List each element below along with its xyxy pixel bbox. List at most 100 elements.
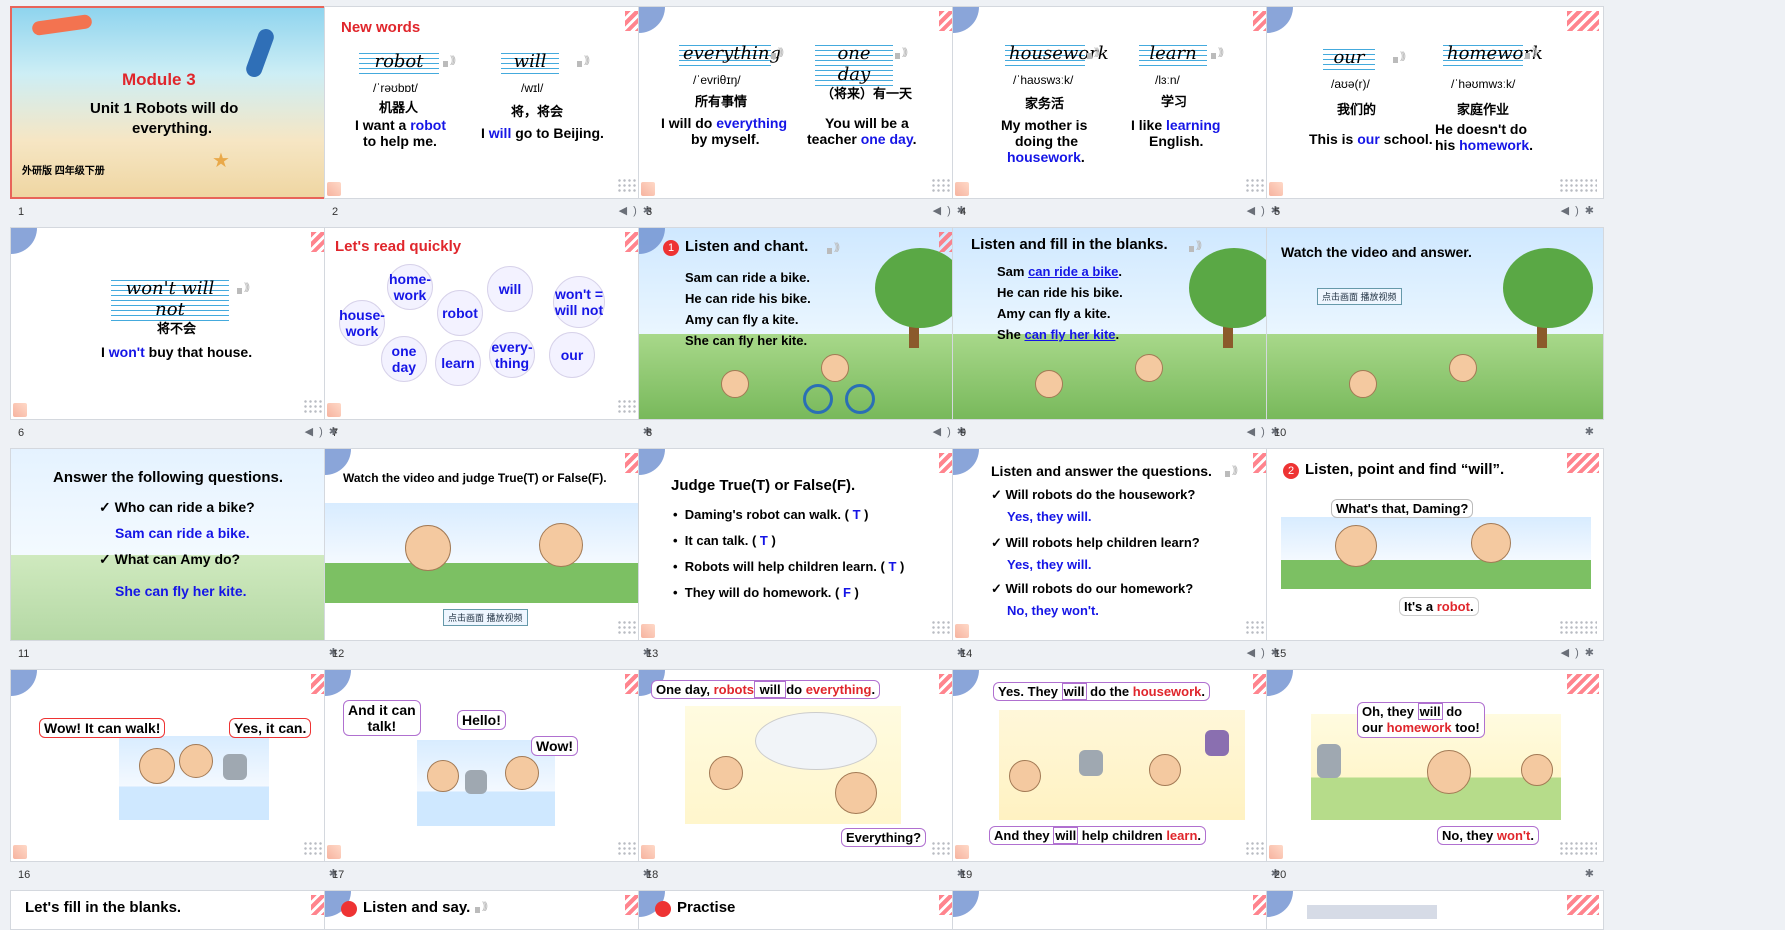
corner-decoration [955, 624, 969, 638]
word-bubble[interactable]: our [549, 332, 595, 378]
slide-thumbnail-7[interactable]: Let's read quickly home- work will won't… [324, 227, 662, 420]
speaker-icon[interactable] [771, 47, 787, 63]
slide-thumbnail-13[interactable]: Judge True(T) or False(F). • Daming's ro… [638, 448, 976, 641]
check-icon: ✓ [991, 487, 1006, 502]
slide-thumbnail-23[interactable]: Practise [638, 890, 976, 930]
kids-robot-illustration [119, 736, 269, 820]
check-icon: ✓ [991, 535, 1006, 550]
word-bubble[interactable]: learn [435, 340, 481, 386]
slide-cell-24 [942, 884, 1298, 930]
word-bubble[interactable]: house- work [339, 300, 385, 346]
slide-thumbnail-2[interactable]: New words robot /ˈrəʊbɒt/ 机器人 I want a r… [324, 6, 662, 199]
chinese-meaning: 将，将会 [511, 104, 564, 119]
speaker-icon[interactable] [577, 55, 593, 71]
check-icon: ✓ [991, 581, 1006, 596]
word-bubble[interactable]: will [487, 266, 533, 312]
speaker-icon[interactable] [1525, 47, 1541, 63]
slide-thumbnail-4[interactable]: housework /ˈhaʊswɜːk/ 家务活 My mother is d… [952, 6, 1290, 199]
fill-line: Amy can fly a kite. [997, 306, 1111, 321]
star-icon[interactable]: ✱ [1585, 868, 1600, 880]
boy-figure [1427, 750, 1471, 794]
play-video-button[interactable]: 点击画面 播放视频 [1317, 288, 1402, 305]
slide-thumbnail-21[interactable]: Let's fill in the blanks. [10, 890, 348, 930]
slide-thumbnail-16[interactable]: Wow! It can walk! Yes, it can. [10, 669, 348, 862]
example-sentence-2: doing the [1015, 133, 1078, 149]
slide-thumbnail-18[interactable]: One day, robots will do everything. Ever… [638, 669, 976, 862]
slide-thumbnail-10[interactable]: Watch the video and answer. 点击画面 播放视频 [1266, 227, 1604, 420]
star-icon[interactable]: ✱ [1585, 205, 1600, 217]
starfish-icon: ★ [212, 150, 230, 172]
number-badge [341, 901, 357, 917]
word-bubble[interactable]: one day [381, 336, 427, 382]
slide-thumbnail-22[interactable]: Listen and say. [324, 890, 662, 930]
speaker-icon[interactable]: ◀) [1561, 647, 1585, 659]
corner-decoration [953, 449, 979, 475]
corner-decoration [955, 845, 969, 859]
corner-decoration [1269, 182, 1283, 196]
question: ✓ Who can ride a bike? [99, 499, 255, 515]
example-sentence: I like learning [1131, 117, 1221, 133]
slide-thumbnail-17[interactable]: And it can talk! Hello! Wow! [324, 669, 662, 862]
speaker-icon[interactable] [1087, 47, 1103, 63]
slide-thumbnail-24[interactable] [952, 890, 1290, 930]
robot-figure [1079, 750, 1103, 776]
slide-cell-7: Let's read quickly home- work will won't… [314, 221, 670, 442]
speaker-icon[interactable] [443, 55, 459, 71]
slide-icons: ✱ [1585, 425, 1600, 438]
example-sentence-2: teacher one day. [807, 131, 917, 147]
speaker-icon[interactable] [1189, 240, 1205, 256]
slide-thumbnail-15[interactable]: 2 Listen, point and find “will”. What's … [1266, 448, 1604, 641]
star-icon[interactable]: ✱ [1585, 647, 1600, 659]
speaker-icon[interactable] [237, 282, 253, 298]
speaker-icon[interactable] [895, 47, 911, 63]
slide-thumbnail-14[interactable]: Listen and answer the questions. ✓ Will … [952, 448, 1290, 641]
boy-figure [1335, 525, 1377, 567]
girl-figure [709, 756, 743, 790]
slide-thumbnail-8[interactable]: 1 Listen and chant. Sam can ride a bike.… [638, 227, 976, 420]
corner-decoration [953, 891, 979, 917]
chant-line: She can fly her kite. [685, 333, 808, 348]
slide-thumbnail-20[interactable]: Oh, they will do our homework too! No, th… [1266, 669, 1604, 862]
slide-number: 12 [332, 648, 345, 660]
boy-on-bike [821, 354, 849, 382]
corner-decoration [639, 7, 665, 33]
answer: No, they won't. [1007, 603, 1099, 618]
answer: Yes, they will. [1007, 509, 1092, 524]
speech-bubble: Wow! [531, 736, 579, 756]
slide-thumbnail-1[interactable]: Module 3 Unit 1 Robots will do everythin… [10, 6, 348, 199]
slide-thumbnail-9[interactable]: Listen and fill in the blanks. Sam can r… [952, 227, 1290, 420]
slide-number: 3 [646, 206, 653, 218]
speaker-icon[interactable] [475, 901, 491, 917]
word-bubble[interactable]: every- thing [489, 332, 535, 378]
star-icon[interactable]: ✱ [1585, 426, 1600, 438]
slide-number: 17 [332, 869, 345, 881]
dream-illustration [685, 706, 901, 824]
slide-thumbnail-5[interactable]: our /aʊə(r)/ 我们的 This is our school. hom… [1266, 6, 1604, 199]
speaker-icon[interactable] [1393, 51, 1409, 67]
surfboard-decoration [31, 13, 93, 37]
slide-cell-10: Watch the video and answer. 点击画面 播放视频 10… [1256, 221, 1612, 442]
slide-number: 7 [332, 427, 339, 439]
check-icon: ✓ [99, 551, 115, 567]
example-sentence-2: by myself. [691, 131, 760, 147]
example-sentence-2: to help me. [363, 133, 437, 149]
girl-figure [1009, 760, 1041, 792]
word-bubble[interactable]: home- work [387, 264, 433, 310]
slide-thumbnail-6[interactable]: won't will not 将不会 I won't buy that hous… [10, 227, 348, 420]
speaker-icon[interactable] [1211, 47, 1227, 63]
word-bubble[interactable]: won't = will not [553, 276, 605, 328]
speaker-icon[interactable] [827, 242, 843, 258]
play-video-button[interactable]: 点击画面 播放视频 [443, 609, 528, 626]
slide-thumbnail-12[interactable]: Watch the video and judge True(T) or Fal… [324, 448, 662, 641]
speaker-icon[interactable] [1225, 465, 1241, 481]
slide-thumbnail-25[interactable] [1266, 890, 1604, 930]
word-bubble[interactable]: robot [437, 290, 483, 336]
slide-thumbnail-19[interactable]: Yes. They will do the housework. And the… [952, 669, 1290, 862]
slide-thumbnail-3[interactable]: everything /ˈevriθɪŋ/ 所有事情 I will do eve… [638, 6, 976, 199]
question: ✓ Will robots do the housework? [991, 487, 1196, 502]
speaker-icon[interactable]: ◀) [1561, 205, 1585, 217]
slide-thumbnail-11[interactable]: Answer the following questions. ✓ Who ca… [10, 448, 348, 641]
example-sentence: I will do everything [661, 115, 788, 131]
question: ✓ Will robots do our homework? [991, 581, 1194, 596]
slide-cell-25 [1256, 884, 1612, 930]
